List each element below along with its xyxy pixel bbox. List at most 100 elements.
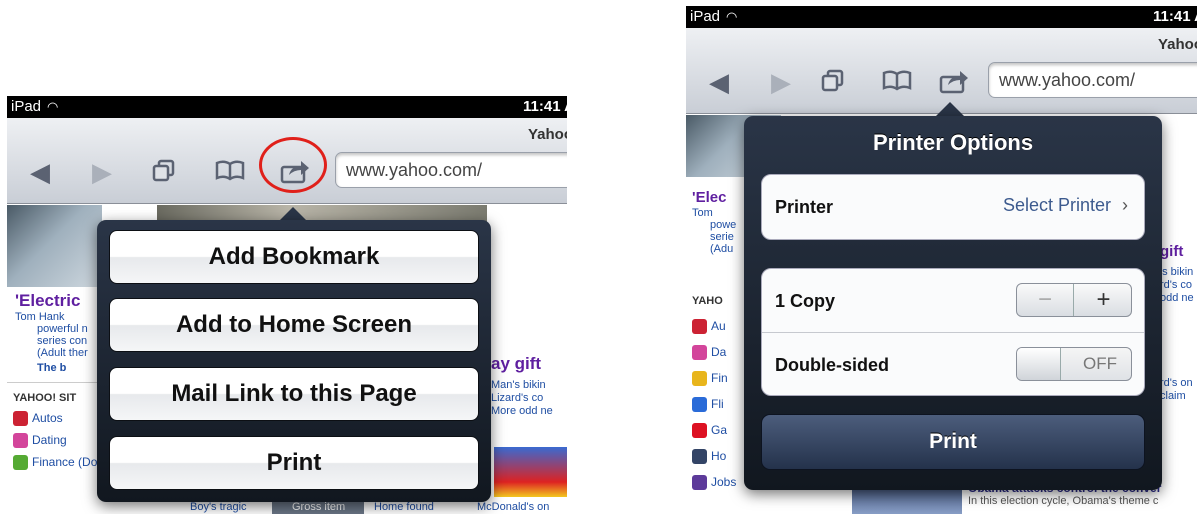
news-subtitle: In this election cycle, Obama's theme c [968, 495, 1159, 507]
bottom-caption[interactable]: Boy's tragic [190, 501, 247, 513]
forward-icon[interactable]: ▶ [766, 68, 796, 96]
story-line[interactable]: powe [710, 219, 736, 231]
double-sided-label: Double-sided [775, 355, 890, 375]
site-item[interactable]: Da [692, 345, 726, 361]
sites-title: YAHO [692, 295, 723, 307]
carrier-label: iPad [11, 98, 42, 115]
story-line[interactable]: powerful n [37, 323, 88, 335]
printer-options-title: Printer Options [872, 130, 1034, 155]
switch-knob [1017, 348, 1061, 380]
add-to-home-screen-button[interactable]: Add to Home Screen [109, 298, 479, 352]
sites-title: YAHOO! SIT [13, 392, 77, 404]
clock: 11:41 A [1153, 8, 1197, 25]
site-item[interactable]: Fin [692, 371, 728, 387]
bottom-caption[interactable]: McDonald's on [477, 501, 549, 513]
site-item[interactable]: Fli [692, 397, 724, 413]
share-icon[interactable] [936, 68, 972, 96]
story-line[interactable]: The b [37, 362, 66, 374]
status-bar: iPad ◠ 11:41 A [7, 96, 567, 118]
share-menu-popover: Add Bookmark Add to Home Screen Mail Lin… [97, 220, 491, 502]
wifi-icon: ◠ [726, 9, 738, 24]
right-line[interactable]: Lizard's co [491, 392, 543, 404]
comic-image [7, 205, 102, 287]
right-headline: gift [1160, 243, 1184, 260]
increment-button[interactable]: + [1075, 284, 1132, 316]
browser-toolbar: Yahoo ◀ ▶ www.yahoo.com/ [7, 118, 567, 204]
jobs-icon [692, 475, 707, 491]
left-screenshot: iPad ◠ 11:41 A Yahoo ◀ ▶ www.yahoo.com/ '… [7, 96, 567, 514]
carrier-label: iPad [690, 8, 721, 25]
site-item[interactable]: Au [692, 319, 726, 335]
printer-label: Printer [775, 197, 834, 217]
mail-link-button[interactable]: Mail Link to this Page [109, 367, 479, 421]
copies-stepper: − + [1016, 283, 1132, 317]
mcdonalds-thumb [494, 447, 567, 497]
dating-icon [692, 345, 707, 361]
site-item[interactable]: Dating [13, 433, 67, 449]
site-item[interactable]: Finance (Dow [13, 455, 106, 471]
story-line[interactable]: (Adu [710, 243, 733, 255]
bottom-caption[interactable]: Home found [374, 501, 434, 513]
autos-icon [692, 319, 707, 335]
story-line[interactable]: series con [37, 335, 87, 347]
bookmarks-icon[interactable] [879, 68, 915, 96]
select-printer-row[interactable]: Select Printer › [1003, 195, 1128, 216]
right-headline: ay gift [491, 354, 542, 373]
add-bookmark-button[interactable]: Add Bookmark [109, 230, 479, 284]
site-item[interactable]: Autos [13, 411, 63, 427]
right-line[interactable]: More odd ne [491, 405, 553, 417]
right-line[interactable]: Man's bikin [491, 379, 546, 391]
wifi-icon: ◠ [47, 99, 59, 114]
story-line[interactable]: serie [710, 231, 734, 243]
printer-group: Printer Select Printer › [761, 174, 1145, 240]
tabs-icon[interactable] [147, 158, 181, 186]
printer-options-popover: Printer Options Printer Select Printer ›… [744, 116, 1162, 490]
decrement-button[interactable]: − [1017, 284, 1074, 316]
back-icon[interactable]: ◀ [25, 158, 55, 186]
status-bar: iPad ◠ 11:41 A [686, 6, 1197, 28]
highlight-circle [259, 137, 327, 193]
url-field[interactable]: www.yahoo.com/ [988, 62, 1197, 98]
autos-icon [13, 411, 28, 427]
site-item[interactable]: Ho [692, 449, 726, 465]
select-printer-value: Select Printer [1002, 195, 1111, 215]
forward-icon[interactable]: ▶ [87, 158, 117, 186]
right-line[interactable]: claim [1160, 390, 1186, 402]
row-divider [762, 332, 1144, 333]
popover-arrow [936, 102, 964, 116]
bookmarks-icon[interactable] [212, 158, 248, 186]
story-line[interactable]: (Adult ther [37, 347, 88, 359]
story-headline: 'Elec [692, 189, 727, 206]
horoscopes-icon [692, 449, 707, 465]
page-title: Yahoo [1157, 36, 1197, 53]
flickr-icon [692, 397, 707, 413]
right-line[interactable]: rd's co [1160, 279, 1192, 291]
site-item[interactable]: Ga [692, 423, 727, 439]
popover-arrow [279, 207, 307, 221]
right-line[interactable]: 's bikin [1160, 266, 1193, 278]
back-icon[interactable]: ◀ [704, 68, 734, 96]
tabs-icon[interactable] [816, 68, 850, 96]
site-item[interactable]: Jobs [692, 475, 736, 491]
story-headline: 'Electric [15, 291, 81, 310]
copies-label: 1 Copy [775, 291, 836, 311]
finance-icon [692, 371, 707, 387]
double-sided-switch[interactable]: OFF [1016, 347, 1132, 381]
dating-icon [13, 433, 28, 449]
copies-group: 1 Copy − + Double-sided OFF [761, 268, 1145, 396]
url-field[interactable]: www.yahoo.com/ [335, 152, 567, 188]
print-button[interactable]: Print [761, 414, 1145, 470]
games-icon [692, 423, 707, 439]
right-line[interactable]: rd's on [1160, 377, 1193, 389]
divider [7, 382, 102, 383]
switch-state: OFF [1083, 354, 1117, 373]
chevron-right-icon: › [1122, 195, 1128, 215]
right-line[interactable]: odd ne [1160, 292, 1194, 304]
print-button[interactable]: Print [109, 436, 479, 490]
finance-icon [13, 455, 28, 471]
story-line[interactable]: Tom Hank [15, 311, 65, 323]
right-screenshot: iPad ◠ 11:41 A Yahoo ◀ ▶ www.yahoo.com/ '… [686, 6, 1197, 514]
page-title: Yahoo [527, 126, 567, 143]
clock: 11:41 A [523, 98, 567, 115]
story-line[interactable]: Tom [692, 207, 713, 219]
